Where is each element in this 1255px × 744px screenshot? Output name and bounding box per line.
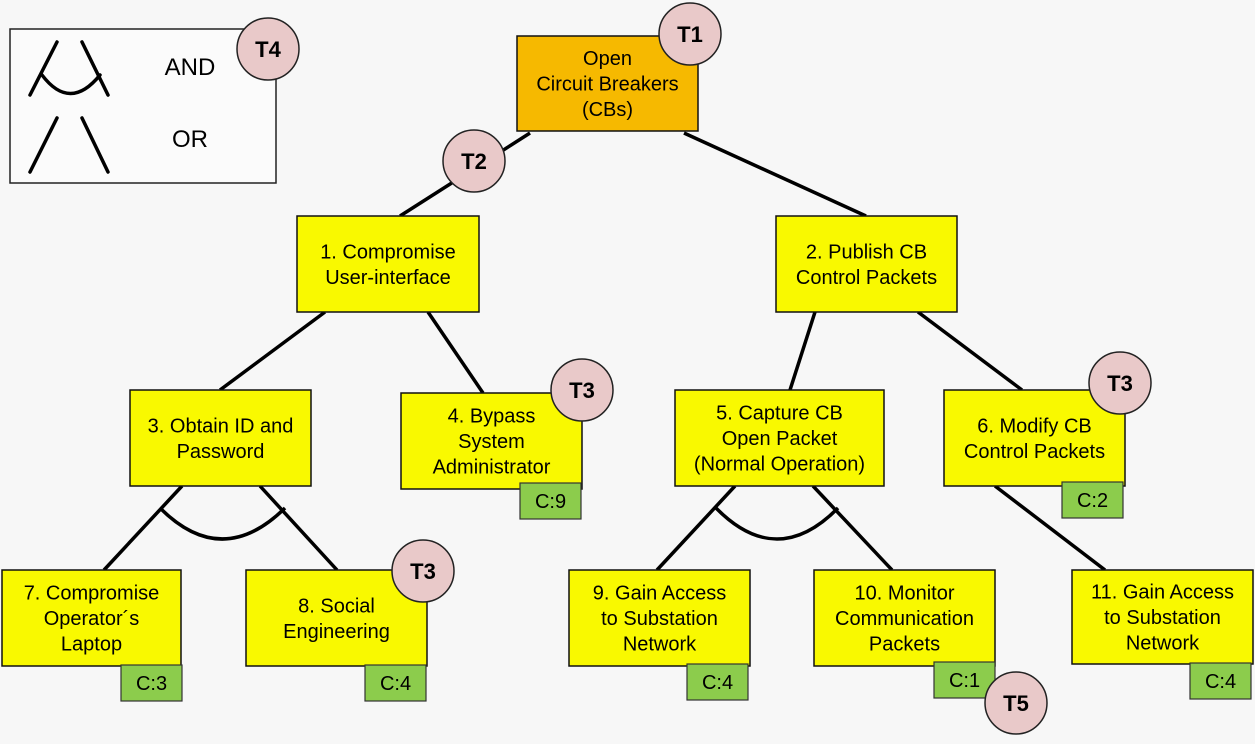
node-label-line: (CBs): [582, 99, 633, 121]
node-label-line: Open Packet: [722, 428, 838, 450]
cost-badge: C:9: [519, 482, 582, 520]
node-n6[interactable]: 6. Modify CB Control Packets C:2: [943, 389, 1126, 519]
node-label-line: Network: [623, 634, 697, 656]
node-label-line: Open: [583, 48, 632, 70]
attack-tree-diagram: AND OR Open Circuit Breakers (CBs) 1. Compr…: [1, 2, 1254, 735]
cost-badge: C:4: [364, 664, 427, 702]
node-label-line: Password: [177, 441, 265, 463]
threat-badge-label: T1: [677, 22, 703, 47]
edge-n3-n7: [102, 484, 184, 572]
node-label-line: 10. Monitor: [854, 583, 954, 605]
edge-n3-n8: [258, 484, 339, 572]
cost-badge: C:3: [120, 664, 183, 702]
node-label-line: Circuit Breakers: [536, 74, 678, 96]
node-label-line: 4. Bypass: [448, 406, 536, 428]
cost-badge: C:2: [1061, 481, 1124, 519]
node-label-line: (Normal Operation): [694, 454, 865, 476]
node-label-line: Control Packets: [796, 267, 937, 289]
cost-label: C:2: [1077, 490, 1108, 512]
node-label-line: System: [458, 431, 525, 453]
node-n2[interactable]: 2. Publish CB Control Packets: [775, 215, 958, 313]
node-label-line: Operator´s: [44, 608, 140, 630]
threat-badge-label: T4: [255, 37, 281, 62]
node-n11[interactable]: 11. Gain Access to Substation NetworkC:4: [1071, 569, 1254, 700]
threat-badge: T1: [658, 2, 722, 66]
threat-badge: T3: [550, 358, 614, 422]
node-label-line: Communication: [835, 608, 974, 630]
node-n5[interactable]: 5. Capture CB Open Packet (Normal Operatio…: [674, 389, 885, 487]
node-label-line: 8. Social: [298, 595, 375, 617]
node-label-line: 7. Compromise: [24, 583, 160, 605]
edge-n1-n3: [218, 310, 327, 392]
edge-root-n2: [683, 131, 867, 218]
cost-label: C:4: [1205, 671, 1236, 693]
node-label-line: to Substation: [1104, 607, 1221, 629]
cost-label: C:9: [535, 491, 566, 513]
cost-badge: C:1: [933, 661, 996, 699]
node-label-line: 5. Capture CB: [716, 403, 843, 425]
edges: [102, 131, 1107, 572]
node-n3[interactable]: 3. Obtain ID and Password: [129, 389, 312, 487]
and-gate-arc-n3: [158, 506, 287, 541]
node-label-line: Network: [1126, 633, 1200, 655]
node-n4[interactable]: 4. Bypass System Administrator C:9: [400, 392, 583, 520]
node-label-line: Engineering: [283, 621, 390, 643]
threat-badge: T4: [236, 17, 300, 81]
edge-n5-n10: [811, 484, 894, 572]
node-n7[interactable]: 7. Compromise Operator´s Laptop C:3: [1, 569, 183, 702]
cost-badge: C:4: [1189, 662, 1252, 700]
threat-badge: T3: [391, 539, 455, 603]
node-n10[interactable]: 10. Monitor Communication Packets C:1: [813, 569, 996, 699]
legend: AND OR: [9, 28, 277, 184]
node-label-line: 2. Publish CB: [806, 241, 927, 263]
edge-n1-n4: [426, 311, 485, 394]
cost-label: C:4: [702, 672, 733, 694]
threat-badge-label: T2: [461, 149, 487, 174]
legend-and-label: AND: [165, 54, 216, 81]
threat-badge-label: T3: [569, 378, 595, 403]
threat-badge: T3: [1088, 351, 1152, 415]
node-n9[interactable]: 9. Gain Access to Substation NetworkC:4: [568, 569, 751, 701]
threat-badge-label: T3: [410, 559, 436, 584]
cost-label: C:4: [380, 673, 411, 695]
cost-label: C:3: [136, 673, 167, 695]
threat-badge: T2: [442, 129, 506, 193]
and-gate-arc-n5: [714, 506, 840, 541]
node-label-line: 11. Gain Access: [1091, 582, 1234, 604]
node-label-line: Administrator: [433, 457, 551, 479]
node-label-line: Laptop: [61, 634, 122, 656]
cost-label: C:1: [949, 670, 980, 692]
threat-badge-label: T5: [1003, 691, 1029, 716]
edge-n2-n6: [916, 310, 1024, 392]
legend-or-label: OR: [172, 126, 208, 153]
node-label-line: User-interface: [325, 267, 451, 289]
node-n1[interactable]: 1. Compromise User-interface: [296, 215, 480, 313]
node-label-line: Packets: [869, 634, 940, 656]
edge-n2-n5: [788, 311, 817, 391]
threat-badge-label: T3: [1107, 371, 1133, 396]
node-label-line: Control Packets: [964, 441, 1105, 463]
node-label-line: 3. Obtain ID and: [148, 415, 294, 437]
node-label-line: 6. Modify CB: [977, 415, 1091, 437]
cost-badge: C:4: [686, 663, 749, 701]
node-label-line: 1. Compromise: [320, 241, 456, 263]
node-label-line: to Substation: [601, 608, 718, 630]
threat-badge: T5: [984, 671, 1048, 735]
edge-n5-n9: [655, 484, 737, 572]
node-label-line: 9. Gain Access: [593, 583, 726, 605]
and-gates: [158, 506, 840, 541]
